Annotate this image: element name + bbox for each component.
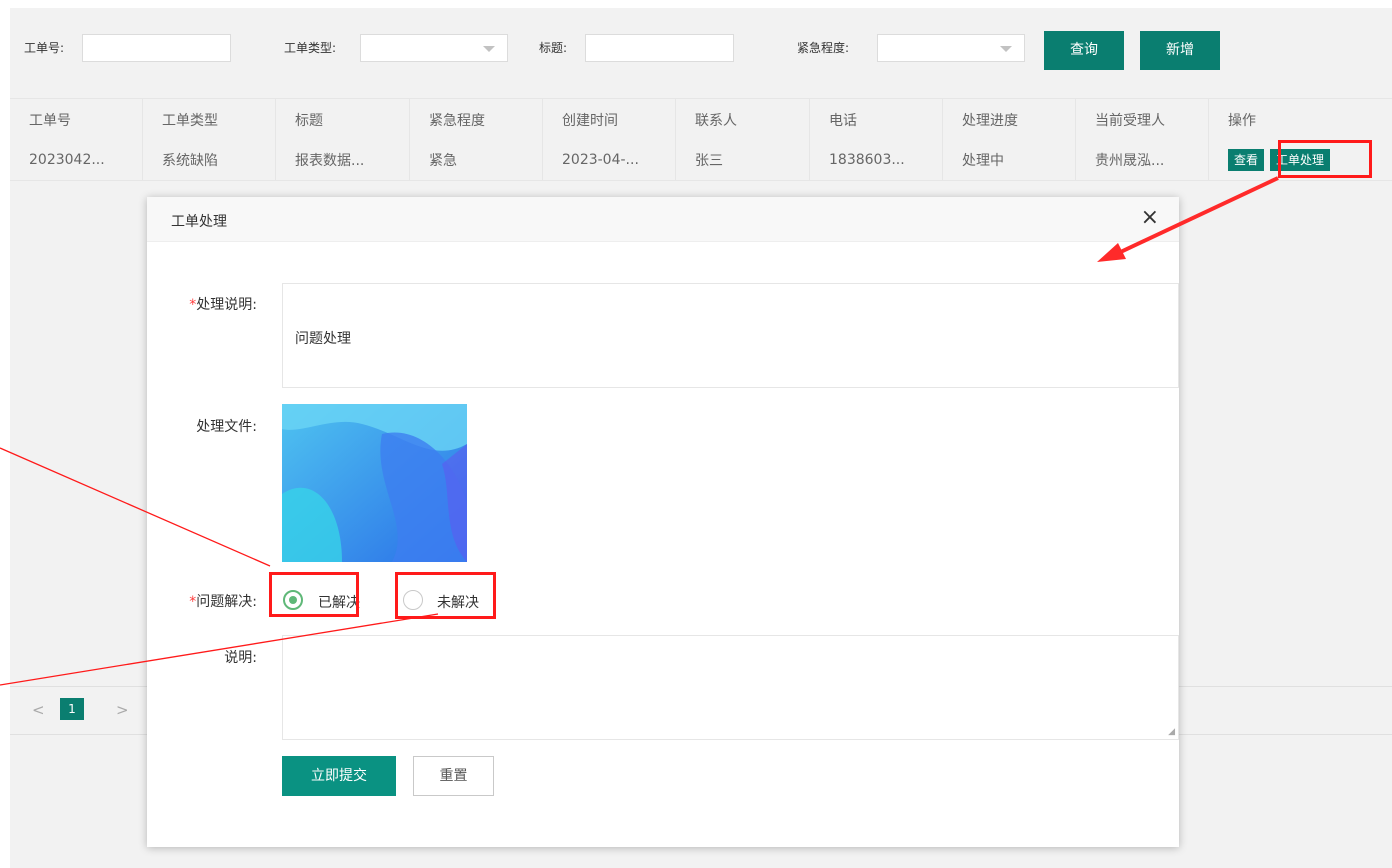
dialog-title: 工单处理	[171, 214, 227, 230]
view-button[interactable]: 查看	[1228, 149, 1265, 171]
order-type-label: 工单类型:	[284, 41, 337, 55]
header-cell: 处理进度	[943, 99, 1076, 140]
resolved-label: *问题解决:	[147, 591, 257, 611]
query-button[interactable]: 查询	[1044, 31, 1124, 70]
note-label: 说明:	[224, 650, 257, 666]
order-no-label: 工单号:	[24, 41, 65, 55]
submit-button[interactable]: 立即提交	[282, 756, 396, 796]
cell-urgency: 紧急	[410, 140, 543, 180]
annotation-box-unresolved	[395, 572, 496, 619]
cell-assignee: 贵州晟泓...	[1076, 140, 1209, 180]
next-page-button[interactable]: >	[116, 701, 129, 719]
process-order-dialog: 工单处理 × *处理说明: 问题处理 处理文件: *问题解决: 已解决 未解决 …	[147, 197, 1179, 847]
cell-type: 系统缺陷	[143, 140, 276, 180]
uploaded-file-thumbnail[interactable]	[282, 404, 467, 562]
file-label: 处理文件:	[196, 419, 257, 435]
cell-phone: 1838603...	[810, 140, 943, 180]
cell-progress: 处理中	[943, 140, 1076, 180]
annotation-box-process	[1278, 140, 1372, 178]
desc-label-text: 处理说明:	[196, 297, 257, 313]
cell-order-no: 2023042...	[10, 140, 143, 180]
dialog-header: 工单处理 ×	[147, 197, 1179, 242]
reset-button[interactable]: 重置	[413, 756, 494, 796]
add-button[interactable]: 新增	[1140, 31, 1220, 70]
cell-created: 2023-04-...	[543, 140, 676, 180]
chevron-down-icon	[1000, 46, 1012, 52]
annotation-box-resolved	[269, 572, 359, 617]
close-icon[interactable]: ×	[1141, 205, 1159, 230]
title-label: 标题:	[539, 41, 568, 55]
table-header: 工单号 工单类型 标题 紧急程度 创建时间 联系人 电话 处理进度 当前受理人 …	[10, 98, 1392, 141]
title-input[interactable]	[585, 34, 734, 62]
resolved-label-text: 问题解决:	[196, 594, 257, 610]
search-bar: 工单号: 工单类型: 标题: 紧急程度: 查询 新增	[10, 8, 1392, 98]
page-number-current[interactable]: 1	[60, 698, 84, 720]
resize-handle-icon[interactable]: ◢	[1168, 727, 1175, 737]
table-row: 2023042... 系统缺陷 报表数据... 紧急 2023-04-... 张…	[10, 140, 1392, 181]
header-cell: 当前受理人	[1076, 99, 1209, 140]
header-cell: 工单类型	[143, 99, 276, 140]
urgency-label: 紧急程度:	[797, 41, 850, 55]
chevron-down-icon	[483, 46, 495, 52]
header-cell: 操作	[1228, 112, 1256, 129]
header-cell: 电话	[810, 99, 943, 140]
cell-contact: 张三	[676, 140, 810, 180]
desc-label: *处理说明:	[147, 294, 257, 314]
header-cell: 标题	[276, 99, 410, 140]
cell-title: 报表数据...	[276, 140, 410, 180]
urgency-select[interactable]	[877, 34, 1025, 62]
desc-textarea[interactable]: 问题处理	[282, 283, 1179, 388]
desc-value: 问题处理	[295, 331, 351, 347]
order-no-input[interactable]	[82, 34, 231, 62]
header-cell: 紧急程度	[410, 99, 543, 140]
file-thumbnail-image	[282, 404, 467, 562]
prev-page-button[interactable]: <	[32, 701, 45, 719]
order-type-select[interactable]	[360, 34, 508, 62]
note-textarea[interactable]: ◢	[282, 635, 1179, 740]
header-cell: 创建时间	[543, 99, 676, 140]
header-cell: 联系人	[676, 99, 810, 140]
header-cell: 工单号	[10, 99, 143, 140]
